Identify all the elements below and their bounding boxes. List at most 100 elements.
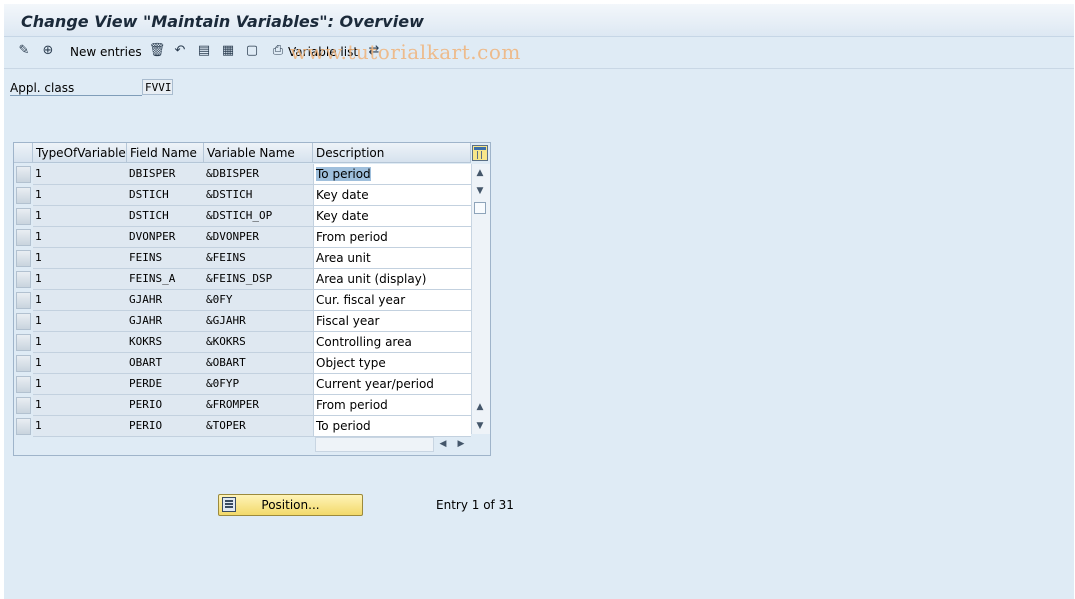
- table-settings-icon[interactable]: [472, 145, 488, 161]
- cell-field-name: DBISPER: [127, 164, 204, 185]
- deselect-all-icon[interactable]: ▢: [244, 43, 260, 59]
- cell-description-text: Current year/period: [316, 377, 434, 391]
- cell-variable-name: &FEINS_DSP: [204, 269, 313, 290]
- cell-type: 1: [33, 185, 127, 206]
- table-row[interactable]: 1 PERIO &FROMPER From period: [14, 395, 471, 416]
- cell-variable-name-text: &DSTICH: [206, 188, 253, 201]
- horizontal-scrollbar[interactable]: [315, 437, 434, 452]
- row-selector[interactable]: [16, 397, 31, 414]
- row-selector[interactable]: [16, 376, 31, 393]
- select-all-rows-header[interactable]: [14, 143, 33, 163]
- row-selector[interactable]: [16, 229, 31, 246]
- row-selector[interactable]: [16, 418, 31, 435]
- select-block-icon[interactable]: ▦: [220, 43, 236, 59]
- cell-variable-name: &DVONPER: [204, 227, 313, 248]
- cell-type: 1: [33, 374, 127, 395]
- cell-variable-name-text: &KOKRS: [206, 335, 246, 348]
- details-icon[interactable]: ⊕: [40, 43, 56, 59]
- table-row[interactable]: 1 DBISPER &DBISPER To period: [14, 164, 471, 185]
- scroll-left-icon[interactable]: ◀: [436, 437, 450, 452]
- table-row[interactable]: 1 DVONPER &DVONPER From period: [14, 227, 471, 248]
- scroll-up-icon[interactable]: ▲: [472, 166, 488, 180]
- table-row[interactable]: 1 PERIO &TOPER To period: [14, 416, 471, 437]
- cell-description[interactable]: Area unit (display): [313, 269, 471, 290]
- row-selector[interactable]: [16, 250, 31, 267]
- cell-description-text: Area unit (display): [316, 272, 427, 286]
- select-all-icon[interactable]: ▤: [196, 43, 212, 59]
- appl-class-value[interactable]: FVVI: [142, 79, 173, 95]
- appl-class-label: Appl. class: [10, 81, 142, 96]
- cell-description[interactable]: Object type: [313, 353, 471, 374]
- cell-type: 1: [33, 269, 127, 290]
- cell-variable-name-text: &DBISPER: [206, 167, 259, 180]
- cell-description-text: To period: [316, 419, 371, 433]
- cell-variable-name: &DSTICH_OP: [204, 206, 313, 227]
- column-header-variable-name[interactable]: Variable Name: [204, 143, 313, 163]
- page-down-icon[interactable]: ▼: [472, 419, 488, 433]
- table-row[interactable]: 1 KOKRS &KOKRS Controlling area: [14, 332, 471, 353]
- row-selector[interactable]: [16, 187, 31, 204]
- cell-description[interactable]: To period: [313, 416, 471, 437]
- cell-description[interactable]: Key date: [313, 185, 471, 206]
- scroll-down-icon[interactable]: ▼: [472, 184, 488, 198]
- table-row[interactable]: 1 FEINS_A &FEINS_DSP Area unit (display): [14, 269, 471, 290]
- undo-icon[interactable]: ↶: [172, 43, 188, 59]
- row-selector[interactable]: [16, 166, 31, 183]
- cell-description[interactable]: Area unit: [313, 248, 471, 269]
- row-selector[interactable]: [16, 292, 31, 309]
- table-row[interactable]: 1 DSTICH &DSTICH_OP Key date: [14, 206, 471, 227]
- cell-description[interactable]: Fiscal year: [313, 311, 471, 332]
- cell-variable-name: &GJAHR: [204, 311, 313, 332]
- cell-field-name: OBART: [127, 353, 204, 374]
- delete-icon[interactable]: 🗑: [149, 43, 166, 59]
- page-up-icon[interactable]: ▲: [472, 400, 488, 414]
- table-row[interactable]: 1 PERDE &0FYP Current year/period: [14, 374, 471, 395]
- row-selector[interactable]: [16, 334, 31, 351]
- cell-description-text: From period: [316, 398, 388, 412]
- cell-field-name-text: FEINS_A: [129, 272, 176, 285]
- column-header-type[interactable]: TypeOfVariable: [33, 143, 127, 163]
- cell-field-name-text: OBART: [129, 356, 163, 369]
- cell-field-name-text: PERIO: [129, 398, 163, 411]
- row-selector[interactable]: [16, 208, 31, 225]
- cell-type: 1: [33, 290, 127, 311]
- cell-type: 1: [33, 332, 127, 353]
- row-selector[interactable]: [16, 355, 31, 372]
- cell-description-text: Fiscal year: [316, 314, 380, 328]
- position-button[interactable]: Position...: [218, 494, 363, 516]
- cell-variable-name: &0FY: [204, 290, 313, 311]
- table-row[interactable]: 1 FEINS &FEINS Area unit: [14, 248, 471, 269]
- cell-variable-name-text: &DSTICH_OP: [206, 209, 273, 222]
- row-selector[interactable]: [16, 313, 31, 330]
- cell-variable-name-text: &FEINS_DSP: [206, 272, 273, 285]
- column-header-field-name[interactable]: Field Name: [127, 143, 204, 163]
- cell-description[interactable]: Cur. fiscal year: [313, 290, 471, 311]
- cell-type: 1: [33, 416, 127, 437]
- cell-description[interactable]: Current year/period: [313, 374, 471, 395]
- cell-variable-name-text: &GJAHR: [206, 314, 246, 327]
- change-display-icon[interactable]: ✎: [16, 43, 32, 59]
- cell-description[interactable]: From period: [313, 227, 471, 248]
- cell-type-text: 1: [35, 188, 42, 201]
- cell-description[interactable]: Key date: [313, 206, 471, 227]
- cell-type-text: 1: [35, 398, 42, 411]
- table-row[interactable]: 1 GJAHR &0FY Cur. fiscal year: [14, 290, 471, 311]
- new-entries-button[interactable]: New entries: [70, 45, 142, 59]
- cell-description[interactable]: To period: [313, 164, 471, 185]
- title-bar: Change View "Maintain Variables": Overvi…: [4, 4, 1074, 37]
- scroll-thumb[interactable]: [474, 202, 486, 214]
- scroll-right-icon[interactable]: ▶: [454, 437, 468, 452]
- print-icon[interactable]: ⎙: [270, 43, 286, 59]
- cell-type: 1: [33, 353, 127, 374]
- cell-field-name: GJAHR: [127, 290, 204, 311]
- cell-description-text: Key date: [316, 188, 369, 202]
- row-selector[interactable]: [16, 271, 31, 288]
- table-row[interactable]: 1 OBART &OBART Object type: [14, 353, 471, 374]
- cell-variable-name-text: &FEINS: [206, 251, 246, 264]
- cell-description[interactable]: Controlling area: [313, 332, 471, 353]
- cell-type-text: 1: [35, 419, 42, 432]
- table-row[interactable]: 1 DSTICH &DSTICH Key date: [14, 185, 471, 206]
- cell-description[interactable]: From period: [313, 395, 471, 416]
- table-row[interactable]: 1 GJAHR &GJAHR Fiscal year: [14, 311, 471, 332]
- column-header-description[interactable]: Description: [313, 143, 471, 163]
